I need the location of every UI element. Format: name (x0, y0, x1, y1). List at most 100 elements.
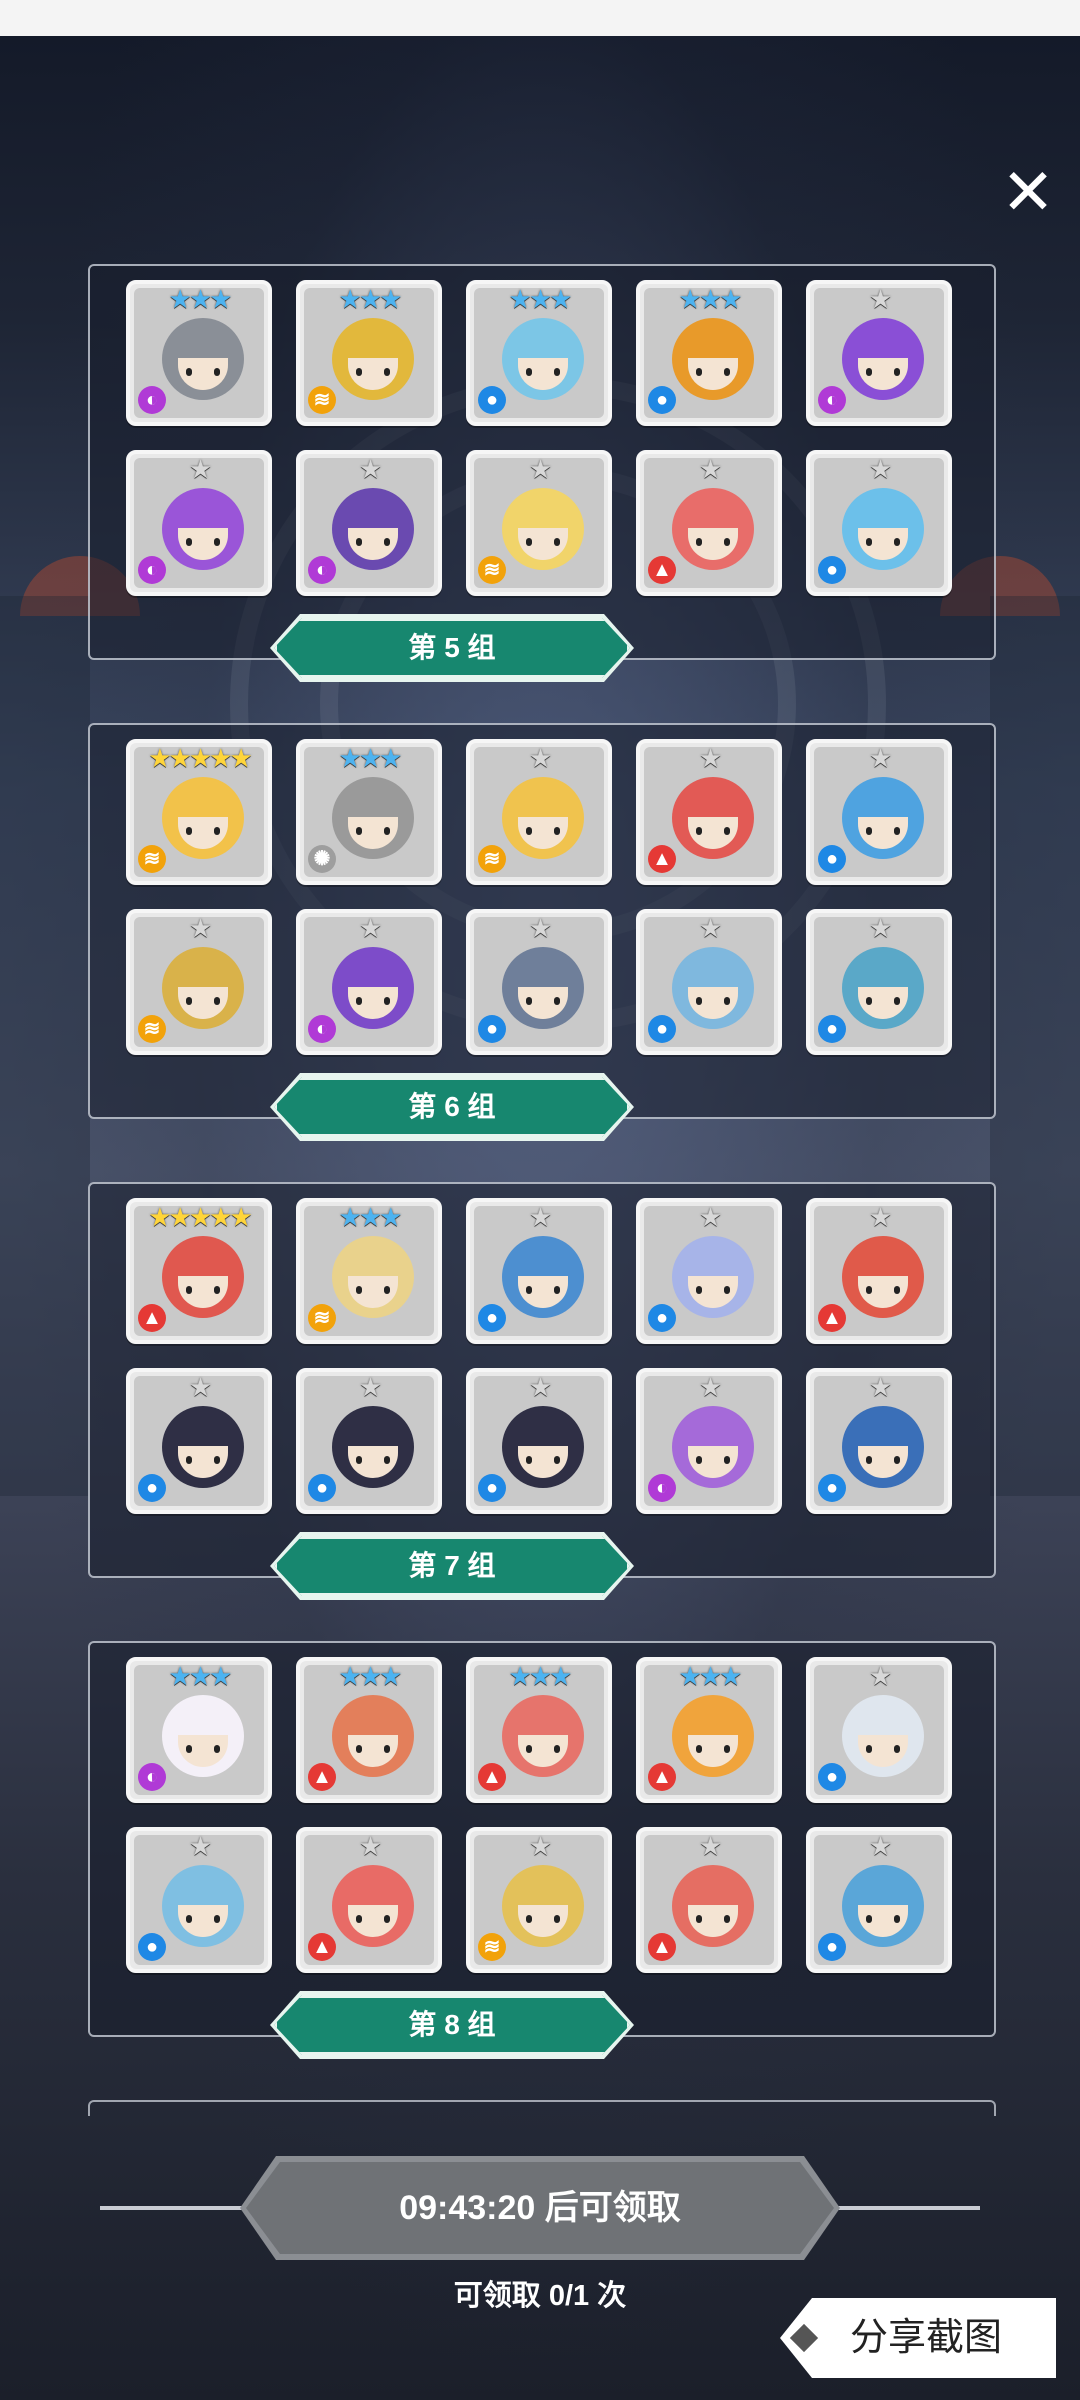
water-element-icon: ● (478, 1474, 506, 1502)
star-rating: ★★★ (678, 1661, 743, 1691)
hero-eyes (866, 997, 900, 1005)
hero-card[interactable]: ★★★ ▲ (296, 1657, 442, 1803)
hero-card[interactable]: ★★★★★ ≋ (126, 739, 272, 885)
wind-element-icon: ≋ (138, 845, 166, 873)
star-rating: ★ (698, 454, 722, 484)
hero-eyes (526, 997, 560, 1005)
hero-card[interactable]: ★ ≋ (126, 909, 272, 1055)
hero-card[interactable]: ★★★★★ ▲ (126, 1198, 272, 1344)
hero-eyes (526, 368, 560, 376)
water-element-icon: ● (818, 1015, 846, 1043)
water-element-icon: ● (478, 1304, 506, 1332)
hero-eyes (356, 1745, 390, 1753)
water-element-icon: ● (648, 386, 676, 414)
hero-card[interactable]: ★ ● (636, 909, 782, 1055)
star-rating: ★ (358, 1372, 382, 1402)
hero-eyes (696, 1456, 730, 1464)
hero-card[interactable]: ★ ● (126, 1827, 272, 1973)
star-rating: ★ (698, 1202, 722, 1232)
star-rating: ★ (358, 1831, 382, 1861)
hero-grid: ★★★★★ ≋ ★★★ ✺ ★ ≋ ★ ▲ ★ ● ★ ≋ ★ ◐ ★ ● ★ ● ★ ● (126, 739, 968, 1059)
water-element-icon: ● (138, 1474, 166, 1502)
water-element-icon: ● (648, 1015, 676, 1043)
hero-card[interactable]: ★ ◐ (636, 1368, 782, 1514)
dark-element-icon: ◐ (308, 556, 336, 584)
hero-card[interactable]: ★★★ ● (466, 280, 612, 426)
hero-eyes (186, 368, 220, 376)
hero-eyes (526, 827, 560, 835)
water-element-icon: ● (818, 556, 846, 584)
share-screenshot-button[interactable]: 分享截图 (780, 2298, 1056, 2378)
share-button-label: 分享截图 (850, 2317, 1003, 2359)
hero-eyes (526, 1745, 560, 1753)
group-panel: ★★★★★ ▲ ★★★ ≋ ★ ● ★ ● ★ ▲ ★ ● ★ ● ★ ● ★ ◐ ★ ● (88, 1182, 996, 1578)
background-pillar-right (990, 596, 1080, 1496)
hero-card[interactable]: ★ ≋ (466, 1827, 612, 1973)
hero-eyes (866, 368, 900, 376)
background-pillar-left (0, 596, 90, 1496)
hero-card[interactable]: ★★★ ≋ (296, 1198, 442, 1344)
hero-card[interactable]: ★ ● (636, 1198, 782, 1344)
water-element-icon: ● (308, 1474, 336, 1502)
wind-element-icon: ≋ (478, 556, 506, 584)
star-rating: ★ (358, 913, 382, 943)
hero-card[interactable]: ★ ● (806, 909, 952, 1055)
hero-card[interactable]: ★ ● (806, 1368, 952, 1514)
fire-element-icon: ▲ (648, 845, 676, 873)
hero-card[interactable]: ★★★ ◐ (126, 1657, 272, 1803)
claim-timer-button[interactable]: 09:43:20 后可领取 (246, 2162, 834, 2254)
star-rating: ★ (528, 454, 552, 484)
dark-element-icon: ◐ (138, 386, 166, 414)
hero-eyes (186, 827, 220, 835)
hero-card[interactable]: ★ ● (466, 1368, 612, 1514)
wind-element-icon: ≋ (478, 845, 506, 873)
star-rating: ★ (188, 454, 212, 484)
hero-card[interactable]: ★ ▲ (296, 1827, 442, 1973)
star-rating: ★★★ (338, 743, 403, 773)
hero-card[interactable]: ★ ● (806, 450, 952, 596)
fire-element-icon: ▲ (818, 1304, 846, 1332)
star-rating: ★ (868, 1372, 892, 1402)
star-rating: ★ (698, 1831, 722, 1861)
close-button[interactable]: ✕ (994, 158, 1062, 226)
fire-element-icon: ▲ (648, 556, 676, 584)
hero-card[interactable]: ★ ● (806, 739, 952, 885)
hero-grid: ★★★ ◐ ★★★ ≋ ★★★ ● ★★★ ● ★ ◐ ★ ◐ ★ ◐ ★ ≋ ★ ▲ ★ ● (126, 280, 968, 600)
hero-eyes (356, 368, 390, 376)
hero-card[interactable]: ★ ● (466, 1198, 612, 1344)
star-rating: ★ (528, 913, 552, 943)
group-title-ribbon: 第 6 组 (274, 1077, 630, 1137)
hero-card[interactable]: ★ ● (806, 1827, 952, 1973)
hero-card[interactable]: ★ ● (296, 1368, 442, 1514)
hero-card[interactable]: ★ ≋ (466, 450, 612, 596)
light-element-icon: ✺ (308, 845, 336, 873)
hero-card[interactable]: ★ ▲ (636, 739, 782, 885)
star-rating: ★ (868, 284, 892, 314)
hero-card[interactable]: ★★★ ▲ (636, 1657, 782, 1803)
hero-card[interactable]: ★ ▲ (636, 450, 782, 596)
hero-card[interactable]: ★ ◐ (296, 450, 442, 596)
hero-card[interactable]: ★ ▲ (806, 1198, 952, 1344)
star-rating: ★ (528, 743, 552, 773)
star-rating: ★★★ (508, 284, 573, 314)
hero-card[interactable]: ★ ▲ (636, 1827, 782, 1973)
hero-card[interactable]: ★ ● (126, 1368, 272, 1514)
hero-card[interactable]: ★ ● (806, 1657, 952, 1803)
hero-card[interactable]: ★ ◐ (296, 909, 442, 1055)
hero-card[interactable]: ★ ≋ (466, 739, 612, 885)
hero-eyes (356, 1456, 390, 1464)
hero-card[interactable]: ★★★ ◐ (126, 280, 272, 426)
hero-card[interactable]: ★★★ ≋ (296, 280, 442, 426)
star-rating: ★ (188, 913, 212, 943)
hero-eyes (866, 1915, 900, 1923)
hero-eyes (696, 538, 730, 546)
hero-eyes (526, 1286, 560, 1294)
hero-card[interactable]: ★ ◐ (126, 450, 272, 596)
hero-card[interactable]: ★ ◐ (806, 280, 952, 426)
hero-card[interactable]: ★★★ ▲ (466, 1657, 612, 1803)
hero-card[interactable]: ★★★ ● (636, 280, 782, 426)
hero-card[interactable]: ★★★ ✺ (296, 739, 442, 885)
hero-card[interactable]: ★ ● (466, 909, 612, 1055)
hero-eyes (186, 1286, 220, 1294)
star-rating: ★★★★★ (148, 1202, 253, 1232)
